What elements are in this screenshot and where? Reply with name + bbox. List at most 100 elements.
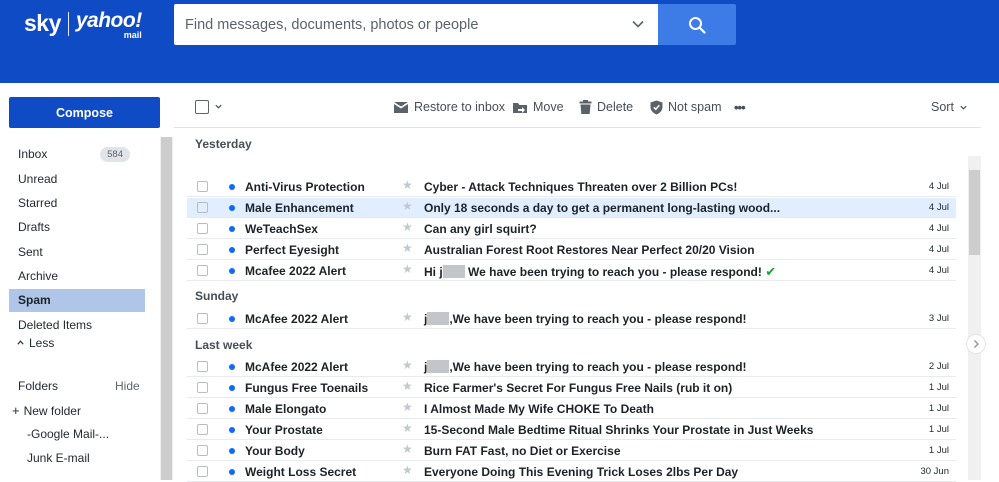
message-checkbox[interactable]: [197, 424, 208, 435]
message-row[interactable]: McAfee 2022 Alert ★ j ,We have been tryin…: [187, 309, 956, 329]
star-icon[interactable]: ★: [402, 310, 413, 324]
star-icon[interactable]: ★: [402, 442, 413, 456]
message-date: 3 Jul: [928, 313, 949, 324]
star-icon[interactable]: ★: [402, 262, 413, 276]
star-icon[interactable]: ★: [402, 400, 413, 414]
star-icon[interactable]: ★: [402, 358, 413, 372]
chevron-down-icon[interactable]: [214, 102, 223, 111]
folder-deleted-items[interactable]: Deleted Items: [9, 314, 145, 337]
delete-button[interactable]: Delete: [579, 97, 633, 117]
message-checkbox[interactable]: [197, 382, 208, 393]
message-checkbox[interactable]: [197, 466, 208, 477]
message-row[interactable]: Anti-Virus Protection ★ Cyber - Attack T…: [187, 177, 956, 197]
delete-label: Delete: [597, 100, 634, 114]
folder-archive[interactable]: Archive: [9, 265, 145, 288]
chevron-down-icon[interactable]: [630, 16, 646, 32]
message-sender: McAfee 2022 Alert: [245, 312, 348, 326]
folder-label: Spam: [18, 293, 51, 307]
sky-yahoo-mail-logo[interactable]: sky yahoo! mail: [24, 9, 142, 40]
message-checkbox[interactable]: [197, 181, 208, 192]
message-checkbox[interactable]: [197, 202, 208, 213]
message-date: 4 Jul: [928, 181, 949, 192]
message-date: 2 Jul: [928, 361, 949, 372]
message-subject: I Almost Made My Wife CHOKE To Death: [424, 402, 654, 416]
unread-dot: [229, 184, 235, 190]
restore-label: Restore to inbox: [414, 100, 506, 114]
sky-wordmark: sky: [24, 10, 61, 36]
subject-text: ,We have been trying to reach you - plea…: [449, 360, 747, 374]
subject-prefix: Hi j: [424, 265, 443, 279]
sidebar-scrollbar-thumb[interactable]: [161, 137, 172, 480]
unread-dot: [229, 364, 235, 370]
folder-inbox[interactable]: Inbox 584: [9, 143, 145, 166]
more-actions-button[interactable]: •••: [734, 97, 746, 117]
message-row[interactable]: Male Enhancement ★ Only 18 seconds a day…: [187, 198, 956, 218]
star-icon[interactable]: ★: [402, 178, 413, 192]
message-list-scrollbar-thumb[interactable]: [969, 170, 980, 255]
unread-dot: [229, 205, 235, 211]
star-icon[interactable]: ★: [402, 421, 413, 435]
star-icon[interactable]: ★: [402, 241, 413, 255]
move-button[interactable]: Move: [512, 97, 564, 117]
message-row[interactable]: Your Body ★ Burn FAT Fast, no Diet or Ex…: [187, 441, 956, 461]
message-row[interactable]: Mcafee 2022 Alert ★ Hi j We have been tr…: [187, 261, 956, 281]
less-toggle[interactable]: Less: [16, 336, 54, 350]
folder-drafts[interactable]: Drafts: [9, 216, 145, 239]
folder-junk-email[interactable]: Junk E-mail: [27, 451, 90, 465]
message-sender: Anti-Virus Protection: [245, 180, 365, 194]
message-subject: Rice Farmer's Secret For Fungus Free Nai…: [424, 381, 733, 395]
star-icon[interactable]: ★: [402, 463, 413, 477]
folder-label: Drafts: [18, 220, 51, 234]
message-row[interactable]: Your Prostate ★ 15-Second Male Bedtime R…: [187, 420, 956, 440]
message-row[interactable]: Fungus Free Toenails ★ Rice Farmer's Sec…: [187, 378, 956, 398]
message-row[interactable]: Perfect Eyesight ★ Australian Forest Roo…: [187, 240, 956, 260]
unread-dot: [229, 226, 235, 232]
not-spam-button[interactable]: Not spam: [650, 97, 722, 117]
subject-text: We have been trying to reach you - pleas…: [464, 265, 762, 279]
redacted-name: [427, 360, 450, 373]
expand-right-pane-button[interactable]: [966, 334, 986, 354]
message-row[interactable]: Weight Loss Secret ★ Everyone Doing This…: [187, 462, 956, 482]
message-checkbox[interactable]: [197, 403, 208, 414]
sort-button[interactable]: Sort: [931, 97, 968, 117]
new-folder-button[interactable]: + New folder: [12, 403, 81, 418]
star-icon[interactable]: ★: [402, 199, 413, 213]
select-all-checkbox[interactable]: [195, 100, 209, 114]
folder-starred[interactable]: Starred: [9, 192, 145, 215]
folder-google-mail[interactable]: -Google Mail-...: [27, 427, 109, 441]
message-sender: Your Body: [245, 444, 305, 458]
message-row[interactable]: WeTeachSex ★ Can any girl squirt? 4 Jul: [187, 219, 956, 239]
folder-sent[interactable]: Sent: [9, 241, 145, 264]
message-sender: Male Enhancement: [245, 201, 354, 215]
message-subject: Cyber - Attack Techniques Threaten over …: [424, 180, 738, 194]
yahoo-mail-wordmark: yahoo! mail: [76, 9, 142, 40]
message-date: 30 Jun: [920, 466, 949, 477]
hide-folders-link[interactable]: Hide: [115, 379, 140, 393]
message-subject: Burn FAT Fast, no Diet or Exercise: [424, 444, 621, 458]
restore-to-inbox-button[interactable]: Restore to inbox: [393, 97, 505, 117]
shield-icon: [650, 100, 663, 114]
message-checkbox[interactable]: [197, 361, 208, 372]
message-checkbox[interactable]: [197, 445, 208, 456]
search-button[interactable]: [658, 4, 736, 45]
message-checkbox[interactable]: [197, 265, 208, 276]
message-checkbox[interactable]: [197, 223, 208, 234]
unread-dot: [229, 247, 235, 253]
message-sender: Fungus Free Toenails: [245, 381, 369, 395]
message-sender: Mcafee 2022 Alert: [245, 264, 346, 278]
message-row[interactable]: McAfee 2022 Alert ★ j ,We have been tryin…: [187, 357, 956, 377]
folder-label: Sent: [18, 245, 43, 259]
star-icon[interactable]: ★: [402, 220, 413, 234]
message-row[interactable]: Male Elongato ★ I Almost Made My Wife CH…: [187, 399, 956, 419]
message-sender: Weight Loss Secret: [245, 465, 357, 479]
message-sender: Perfect Eyesight: [245, 243, 340, 257]
chevron-down-icon: [960, 105, 967, 110]
unread-dot: [229, 268, 235, 274]
search-input[interactable]: [174, 4, 624, 45]
folder-spam[interactable]: Spam: [9, 289, 145, 312]
message-checkbox[interactable]: [197, 244, 208, 255]
star-icon[interactable]: ★: [402, 379, 413, 393]
folder-unread[interactable]: Unread: [9, 168, 145, 191]
message-checkbox[interactable]: [197, 313, 208, 324]
compose-button[interactable]: Compose: [9, 97, 160, 128]
